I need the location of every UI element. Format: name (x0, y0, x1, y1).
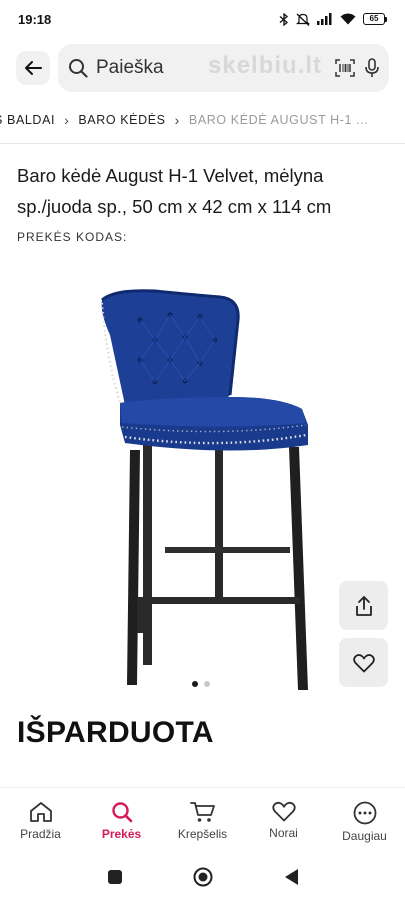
home-button-icon[interactable] (193, 867, 213, 887)
search-icon (111, 802, 132, 823)
arrow-left-icon (25, 61, 42, 75)
favorite-button[interactable] (339, 638, 388, 687)
back-nav-icon[interactable] (283, 868, 299, 886)
share-icon (355, 595, 372, 616)
nav-item-home[interactable]: Pradžia (0, 788, 81, 853)
nav-item-cart[interactable]: Krepšelis (162, 788, 243, 853)
share-button[interactable] (339, 581, 388, 630)
heart-icon (271, 801, 296, 822)
breadcrumb-item-baro-kedes[interactable]: BARO KĖDĖS (78, 113, 165, 127)
mute-icon (296, 13, 310, 26)
status-icons: 65 (279, 12, 387, 26)
product-code-label: PREKĖS KODAS: (17, 230, 128, 244)
breadcrumb-item-baldai[interactable]: S BALDAI (0, 113, 55, 127)
more-icon (353, 801, 376, 825)
pagination-dot[interactable] (204, 681, 210, 687)
bottom-nav: Pradžia Prekės Krepšelis Norai Daugiau (0, 787, 405, 853)
nav-item-wishlist[interactable]: Norai (243, 788, 324, 853)
nav-label: Prekės (101, 827, 142, 841)
wifi-icon (340, 13, 356, 25)
status-time: 19:18 (18, 11, 52, 27)
nav-label: Daugiau (342, 829, 387, 843)
sold-out-label: IŠPARDUOTA (17, 716, 214, 749)
recents-icon[interactable] (107, 869, 123, 885)
cart-icon (189, 802, 215, 822)
barcode-scan-icon[interactable] (335, 59, 355, 77)
nav-item-products[interactable]: Prekės (81, 788, 162, 853)
nav-item-more[interactable]: Daugiau (324, 788, 405, 853)
search-placeholder: Paieška (96, 57, 164, 78)
nav-label: Krepšelis (177, 827, 228, 841)
back-button[interactable] (16, 51, 50, 85)
search-header: skelbiu.lt Paieška (0, 38, 405, 98)
breadcrumb: S BALDAI › BARO KĖDĖS › BARO KĖDĖ AUGUST… (0, 106, 405, 134)
image-pagination (192, 681, 210, 687)
bluetooth-icon (279, 12, 289, 26)
search-input[interactable]: skelbiu.lt Paieška (58, 44, 389, 92)
system-nav (0, 853, 405, 900)
nav-label: Pradžia (20, 827, 61, 841)
product-title: Baro kėdė August H-1 Velvet, mėlyna sp./… (17, 165, 332, 217)
divider (0, 143, 405, 144)
heart-icon (352, 653, 375, 672)
home-icon (29, 802, 52, 822)
product-image[interactable] (80, 285, 330, 690)
breadcrumb-item-current: BARO KĖDĖ AUGUST H-1 (188, 113, 353, 127)
battery-level: 65 (369, 14, 379, 23)
chevron-right-icon: › (174, 112, 180, 128)
chevron-right-icon: › (64, 112, 70, 128)
search-icon (69, 59, 88, 78)
status-bar: 19:18 65 (0, 0, 405, 38)
pagination-dot-active[interactable] (192, 681, 198, 687)
microphone-icon[interactable] (365, 58, 379, 78)
signal-icon (317, 13, 332, 25)
battery-icon: 65 (363, 13, 387, 25)
nav-label: Norai (269, 826, 298, 840)
breadcrumb-ellipsis: ... (356, 113, 369, 127)
